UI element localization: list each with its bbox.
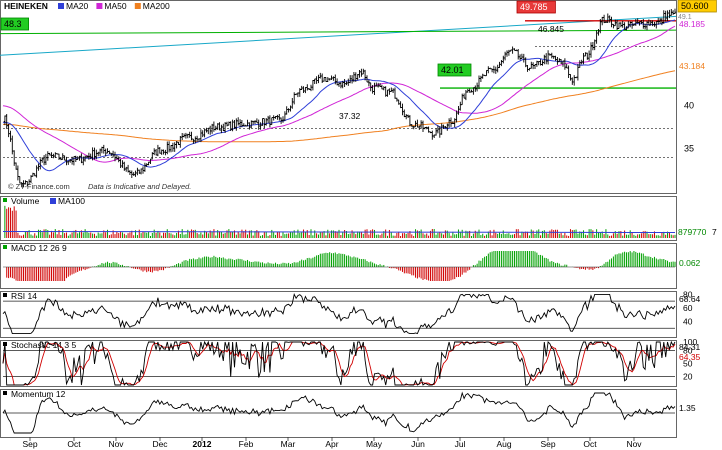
label-483: 48.3 xyxy=(4,19,22,29)
volume-ma-title: MA100 xyxy=(58,196,85,206)
x-tick-label: Feb xyxy=(239,439,254,449)
ma50-last: 48.185 xyxy=(679,19,705,29)
stochastic-ytick: 20 xyxy=(683,371,693,381)
price-ytick: 35 xyxy=(684,144,694,154)
legend-ma50: MA50 xyxy=(104,1,126,11)
momentum-last: 1.35 xyxy=(679,403,696,413)
x-tick-label: Oct xyxy=(583,439,597,449)
rsi-last: 68.64 xyxy=(679,294,701,304)
label-49785: 49.785 xyxy=(520,2,548,12)
x-tick-label: Mar xyxy=(281,439,296,449)
label-4201: 42.01 xyxy=(441,65,464,75)
legend-ma200: MA200 xyxy=(143,1,170,11)
label-46845: 46.845 xyxy=(538,24,564,34)
volume-last: 879770 xyxy=(678,227,707,237)
stochastic-last-k: 84.31 xyxy=(679,342,701,352)
x-tick-label: Nov xyxy=(108,439,124,449)
volume-ma-swatch xyxy=(50,198,56,204)
stock-chart: 354049.78546.84542.0137.3248.350.60049.1… xyxy=(0,0,722,450)
x-tick-label: Dec xyxy=(152,439,168,449)
macd-last: 0.062 xyxy=(679,258,701,268)
x-tick-label: Nov xyxy=(626,439,642,449)
last-price: 50.600 xyxy=(681,1,709,11)
x-tick-label: Oct xyxy=(67,439,81,449)
x-tick-label: Sep xyxy=(22,439,37,449)
stochastic-last-d: 64.35 xyxy=(679,352,701,362)
symbol-label: HEINEKEN xyxy=(4,1,48,11)
stochastic-title: Stochastic 14 3 5 xyxy=(11,340,76,350)
rsi-ytick: 60 xyxy=(683,303,693,313)
macd-title-bullet xyxy=(3,245,7,249)
x-tick-label: Jul xyxy=(455,439,466,449)
volume-title: Volume xyxy=(11,196,40,206)
volume-title-bullet xyxy=(3,198,7,202)
ma200-last: 43.184 xyxy=(679,61,705,71)
x-tick-label: Apr xyxy=(325,439,338,449)
legend-swatch-ma200 xyxy=(134,3,141,9)
price-ytick: 40 xyxy=(684,100,694,110)
momentum-title-bullet xyxy=(3,391,7,395)
volume-last-suffix: 7 xyxy=(712,227,717,237)
x-tick-label: May xyxy=(366,439,383,449)
x-tick-label: Sep xyxy=(540,439,555,449)
macd-title: MACD 12 26 9 xyxy=(11,243,67,253)
rsi-ytick: 40 xyxy=(683,316,693,326)
label-3732: 37.32 xyxy=(339,111,361,121)
legend-swatch-ma50 xyxy=(96,3,103,9)
legend-swatch-ma20 xyxy=(58,3,64,9)
x-tick-label: 2012 xyxy=(193,439,212,449)
background xyxy=(0,0,722,450)
legend-ma20: MA20 xyxy=(66,1,88,11)
disclaimer-label: Data is Indicative and Delayed. xyxy=(88,182,191,191)
x-tick-label: Aug xyxy=(496,439,511,449)
rsi-title: RSI 14 xyxy=(11,291,37,301)
rsi-title-bullet xyxy=(3,293,7,297)
credit-label: © ZT-Finance.com xyxy=(8,182,70,191)
momentum-title: Momentum 12 xyxy=(11,389,66,399)
x-tick-label: Jun xyxy=(411,439,425,449)
